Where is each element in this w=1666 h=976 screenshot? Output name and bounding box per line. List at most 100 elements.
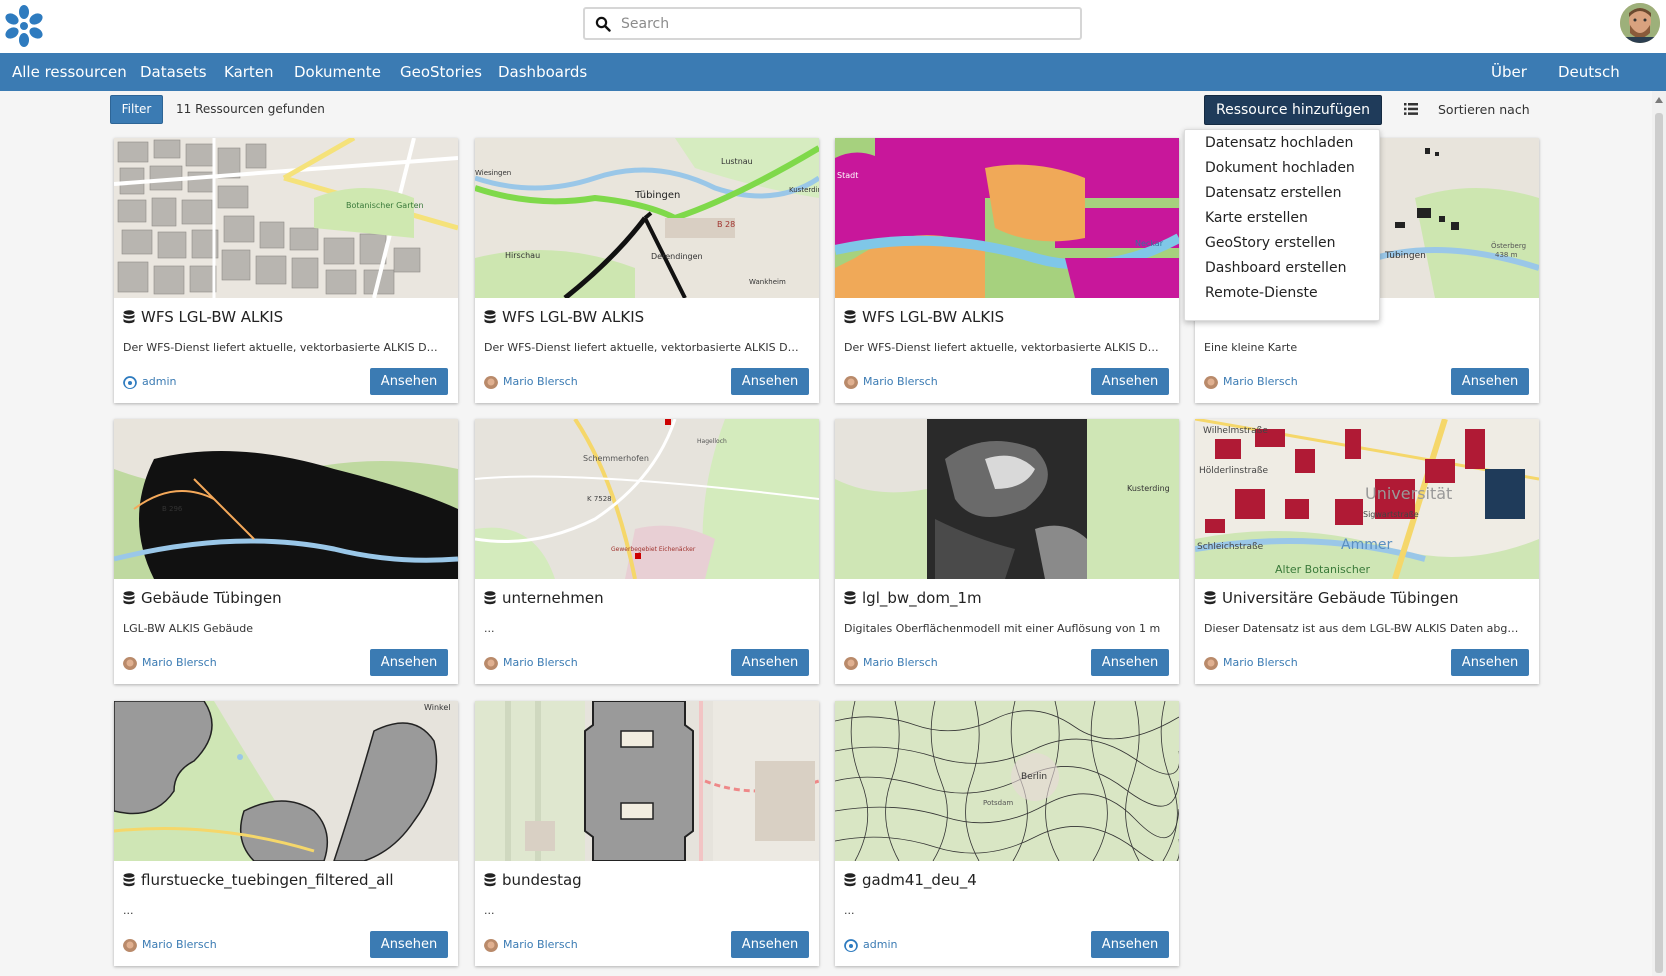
card-owner-link[interactable]: Mario Blersch xyxy=(863,375,938,388)
map-label: Tübingen xyxy=(634,190,680,201)
scroll-up-icon[interactable] xyxy=(1655,97,1663,103)
view-button[interactable]: Ansehen xyxy=(1091,368,1169,395)
dataset-icon xyxy=(1204,591,1216,605)
list-view-icon[interactable] xyxy=(1404,103,1418,115)
resource-card[interactable]: Wilhelmstraße Hölderlinstraße Universitä… xyxy=(1195,419,1539,684)
map-label: Derendingen xyxy=(651,252,703,261)
owner-avatar xyxy=(484,938,498,952)
geonode-logo-icon[interactable] xyxy=(4,4,44,48)
nav-all-resources[interactable]: Alle ressourcen xyxy=(12,63,127,81)
card-thumbnail-map[interactable]: Berlin Potsdam xyxy=(835,701,1179,861)
card-title[interactable]: WFS LGL-BW ALKIS xyxy=(862,308,1004,326)
card-owner-link[interactable]: admin xyxy=(142,375,176,388)
card-title[interactable]: bundestag xyxy=(502,871,582,889)
card-owner-link[interactable]: Mario Blersch xyxy=(503,375,578,388)
nav-about[interactable]: Über xyxy=(1491,63,1527,81)
map-label: Hölderlinstraße xyxy=(1199,466,1269,476)
card-owner-link[interactable]: Mario Blersch xyxy=(142,938,217,951)
resource-card[interactable]: bundestag ... Mario Blersch Ansehen xyxy=(475,701,819,966)
card-title[interactable]: gadm41_deu_4 xyxy=(862,871,977,889)
card-description: Digitales Oberflächenmodell mit einer Au… xyxy=(844,622,1161,635)
menu-create-geostory[interactable]: GeoStory erstellen xyxy=(1205,235,1336,251)
dataset-icon xyxy=(844,310,856,324)
view-button[interactable]: Ansehen xyxy=(731,931,809,958)
card-thumbnail-map[interactable]: Stadt Neckar xyxy=(835,138,1179,298)
language-selector[interactable]: Deutsch xyxy=(1558,63,1620,81)
search-input[interactable] xyxy=(621,12,1071,36)
card-title[interactable]: Universitäre Gebäude Tübingen xyxy=(1222,589,1458,607)
sort-dropdown[interactable]: Sortieren nach xyxy=(1438,102,1530,117)
resource-card[interactable]: Lustnau Tübingen B 28 Hirschau Derending… xyxy=(475,138,819,403)
menu-create-dataset[interactable]: Datensatz erstellen xyxy=(1205,185,1342,201)
card-owner-link[interactable]: Mario Blersch xyxy=(1223,656,1298,669)
map-label: Schleichstraße xyxy=(1197,542,1264,552)
map-label: Wiesingen xyxy=(475,169,511,177)
add-resource-button[interactable]: Ressource hinzufügen xyxy=(1204,95,1382,125)
card-thumbnail-map[interactable]: Lustnau Tübingen B 28 Hirschau Derending… xyxy=(475,138,819,298)
view-button[interactable]: Ansehen xyxy=(1091,649,1169,676)
nav-datasets[interactable]: Datasets xyxy=(140,63,207,81)
view-button[interactable]: Ansehen xyxy=(370,931,448,958)
card-owner-link[interactable]: Mario Blersch xyxy=(1223,375,1298,388)
nav-geostories[interactable]: GeoStories xyxy=(400,63,482,81)
card-owner-link[interactable]: Mario Blersch xyxy=(863,656,938,669)
view-button[interactable]: Ansehen xyxy=(731,368,809,395)
card-title[interactable]: lgl_bw_dom_1m xyxy=(862,589,982,607)
map-label: Lustnau xyxy=(721,157,753,166)
resource-card[interactable]: Botanischer Garten WFS LGL-BW ALKIS Der … xyxy=(114,138,458,403)
card-title[interactable]: Gebäude Tübingen xyxy=(141,589,282,607)
dataset-icon xyxy=(123,873,135,887)
card-thumbnail-map[interactable]: Botanischer Garten xyxy=(114,138,458,298)
card-thumbnail-map[interactable]: Wilhelmstraße Hölderlinstraße Universitä… xyxy=(1195,419,1539,579)
user-avatar[interactable] xyxy=(1620,3,1660,43)
card-description: LGL-BW ALKIS Gebäude xyxy=(123,622,254,635)
resource-card[interactable]: Kusterding lgl_bw_dom_1m Digitales Oberf… xyxy=(835,419,1179,684)
menu-remote-services[interactable]: Remote-Dienste xyxy=(1205,285,1318,301)
card-title[interactable]: flurstuecke_tuebingen_filtered_all xyxy=(141,871,394,889)
search-box[interactable] xyxy=(583,7,1082,40)
view-button[interactable]: Ansehen xyxy=(370,649,448,676)
map-label: Gewerbegebiet Eichenäcker xyxy=(611,546,696,553)
map-label: B 296 xyxy=(162,505,183,513)
menu-create-dashboard[interactable]: Dashboard erstellen xyxy=(1205,260,1346,276)
nav-documents[interactable]: Dokumente xyxy=(294,63,381,81)
view-button[interactable]: Ansehen xyxy=(1091,931,1169,958)
view-button[interactable]: Ansehen xyxy=(1451,368,1529,395)
view-button[interactable]: Ansehen xyxy=(1451,649,1529,676)
resource-card[interactable]: Schemmerhofen K 7528 Gewerbegebiet Eiche… xyxy=(475,419,819,684)
card-thumbnail-map[interactable]: Schemmerhofen K 7528 Gewerbegebiet Eiche… xyxy=(475,419,819,579)
main-nav: Alle ressourcen Datasets Karten Dokument… xyxy=(0,53,1666,91)
card-description: Eine kleine Karte xyxy=(1204,341,1298,354)
nav-dashboards[interactable]: Dashboards xyxy=(498,63,587,81)
card-owner-link[interactable]: Mario Blersch xyxy=(503,656,578,669)
card-thumbnail-map[interactable]: Kusterding xyxy=(835,419,1179,579)
view-button[interactable]: Ansehen xyxy=(731,649,809,676)
card-thumbnail-map[interactable] xyxy=(475,701,819,861)
result-count: 11 Ressourcen gefunden xyxy=(176,102,325,116)
card-owner-link[interactable]: admin xyxy=(863,938,897,951)
resource-card[interactable]: Stadt Neckar WFS LGL-BW ALKIS Der WFS-Di… xyxy=(835,138,1179,403)
menu-upload-document[interactable]: Dokument hochladen xyxy=(1205,160,1355,176)
owner-avatar xyxy=(484,375,498,389)
resource-card[interactable]: Berlin Potsdam gadm41_deu_4 ... admin An… xyxy=(835,701,1179,966)
map-label: Wankheim xyxy=(749,278,786,286)
map-label: Hirschau xyxy=(505,251,540,260)
menu-create-map[interactable]: Karte erstellen xyxy=(1205,210,1308,226)
resource-card[interactable]: Winkel flurstuecke_tuebingen_filtered_al… xyxy=(114,701,458,966)
nav-maps[interactable]: Karten xyxy=(224,63,274,81)
card-thumbnail-map[interactable]: B 296 xyxy=(114,419,458,579)
card-owner-link[interactable]: Mario Blersch xyxy=(142,656,217,669)
card-title[interactable]: unternehmen xyxy=(502,589,604,607)
card-title[interactable]: WFS LGL-BW ALKIS xyxy=(141,308,283,326)
filter-button[interactable]: Filter xyxy=(110,95,163,124)
owner-avatar xyxy=(844,656,858,670)
resource-card[interactable]: B 296 Gebäude Tübingen LGL-BW ALKIS Gebä… xyxy=(114,419,458,684)
scroll-thumb[interactable] xyxy=(1655,113,1663,973)
card-title[interactable]: WFS LGL-BW ALKIS xyxy=(502,308,644,326)
card-owner-link[interactable]: Mario Blersch xyxy=(503,938,578,951)
view-button[interactable]: Ansehen xyxy=(370,368,448,395)
card-thumbnail-map[interactable]: Winkel xyxy=(114,701,458,861)
menu-upload-dataset[interactable]: Datensatz hochladen xyxy=(1205,135,1353,151)
page-scrollbar[interactable] xyxy=(1652,91,1666,976)
dataset-icon xyxy=(844,591,856,605)
